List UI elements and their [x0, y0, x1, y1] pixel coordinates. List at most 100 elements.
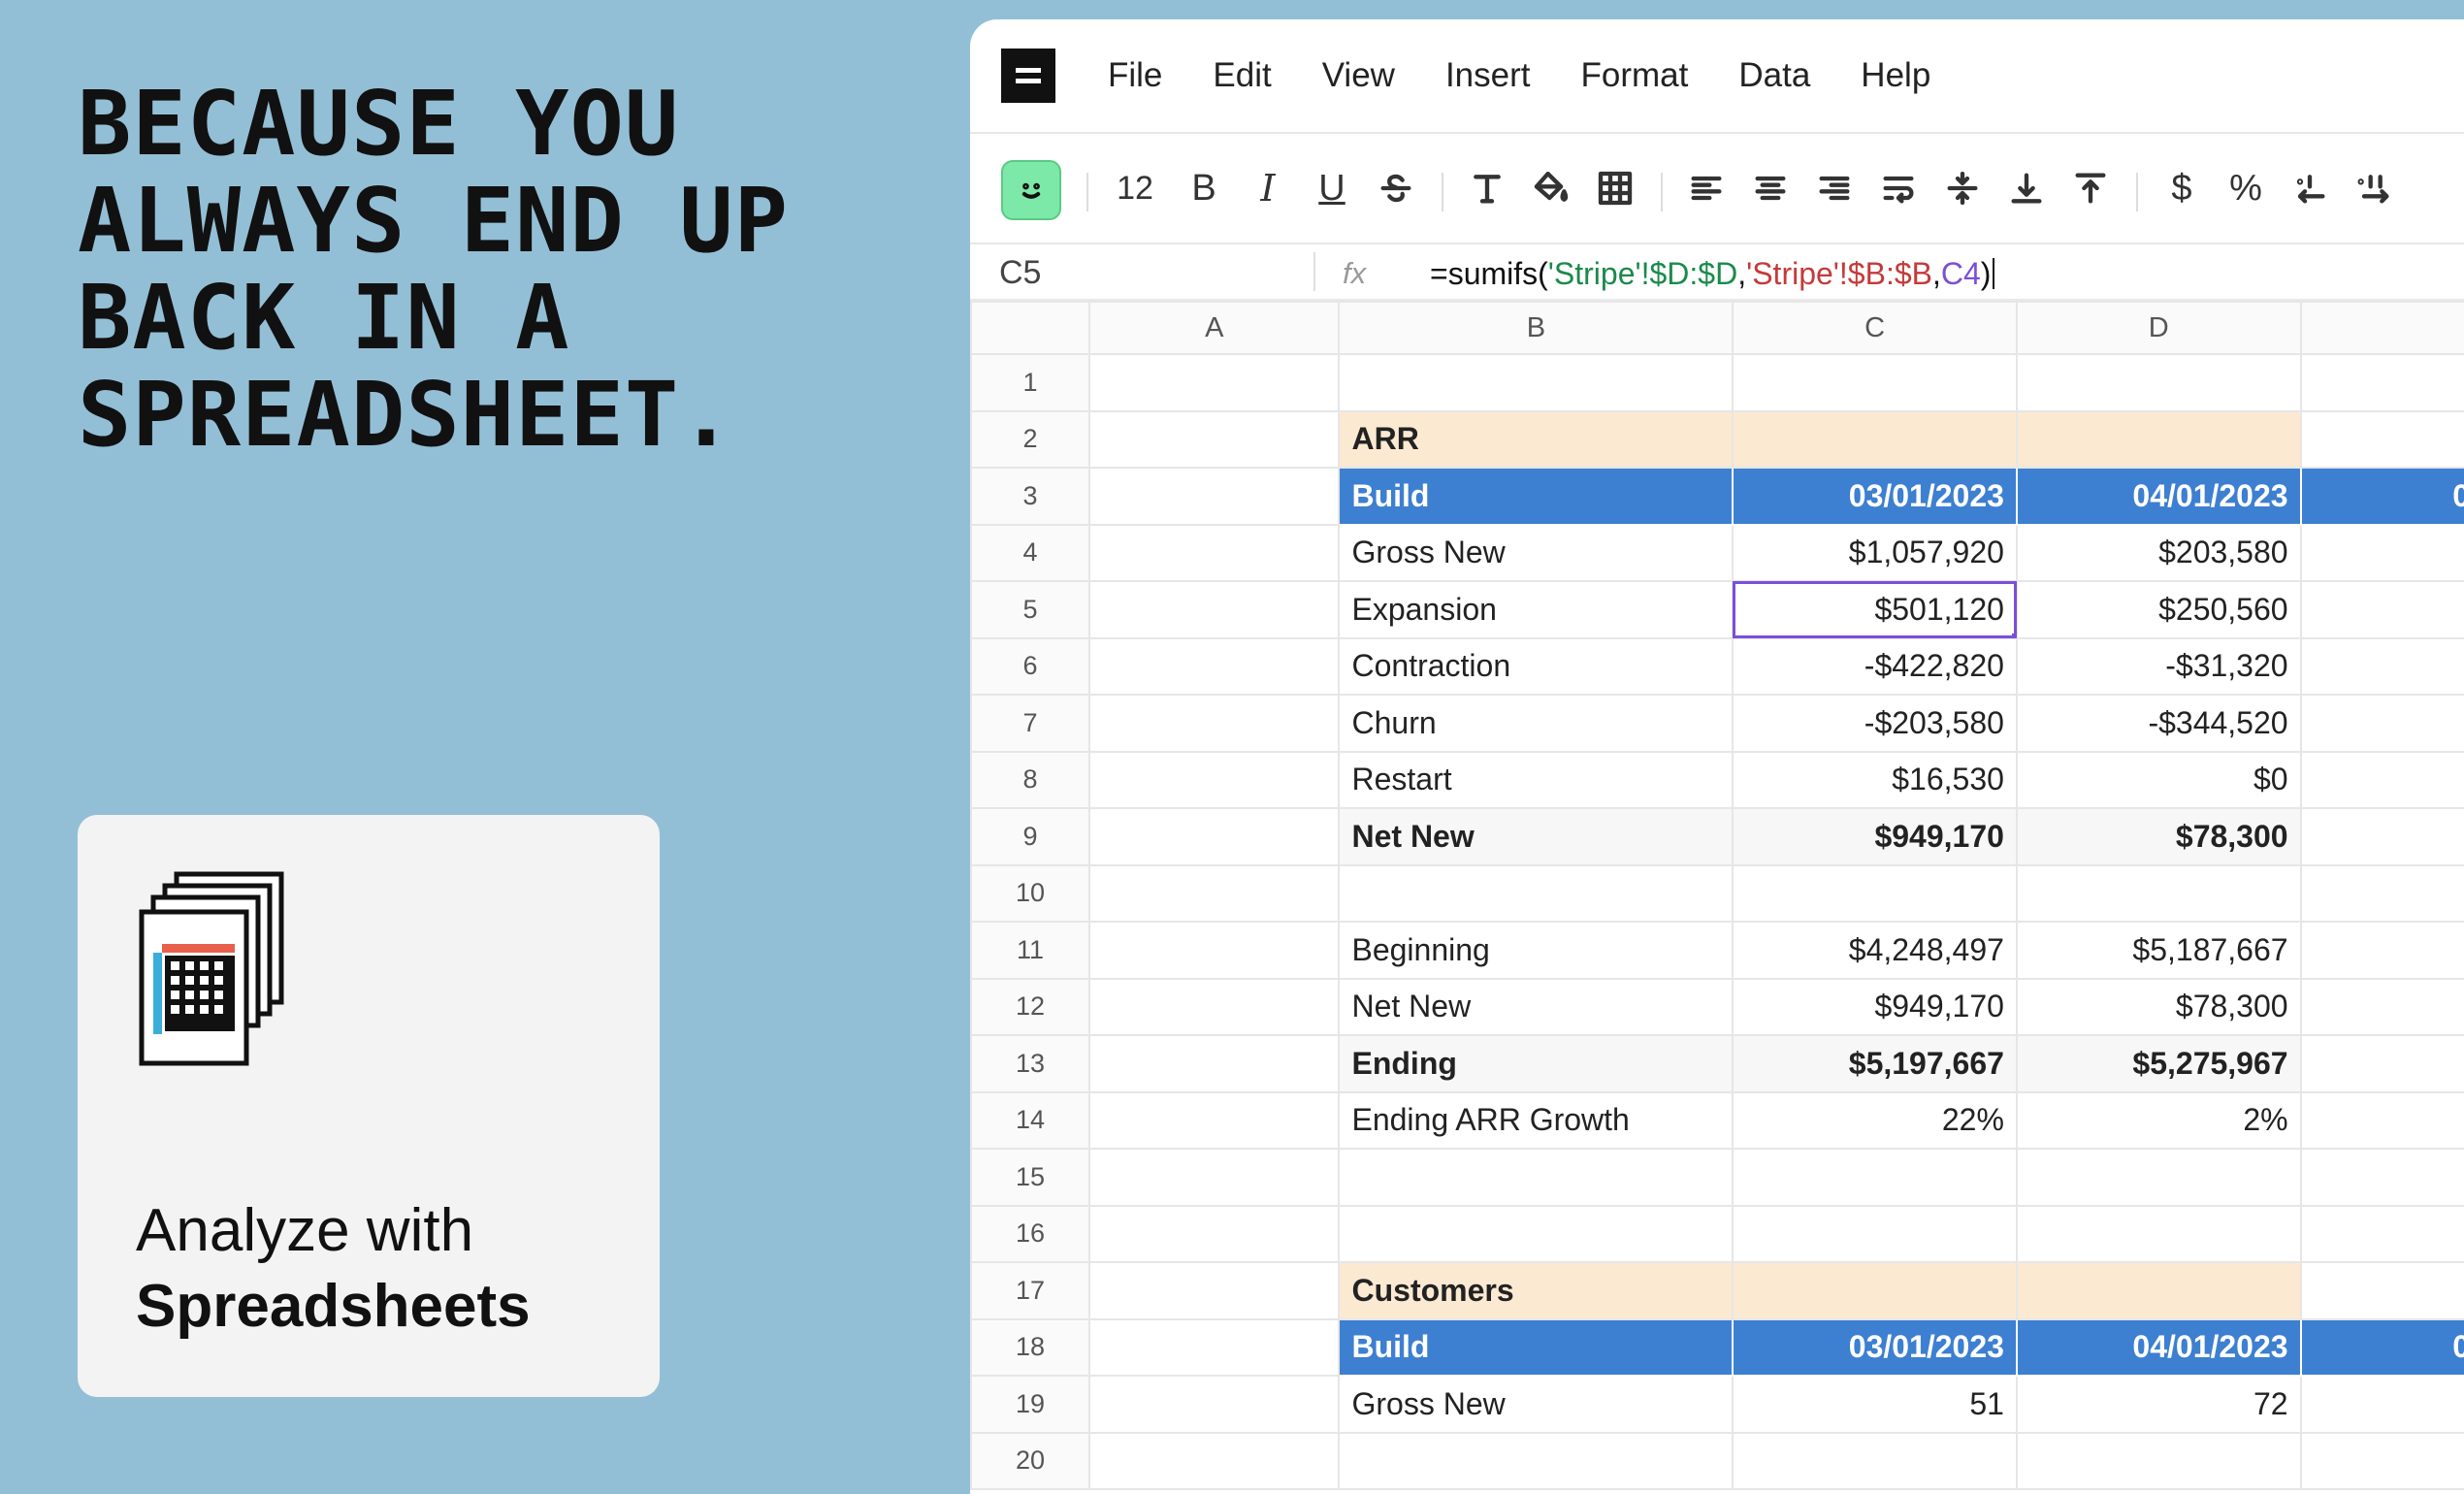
cell-b[interactable]: Churn [1338, 694, 1735, 753]
cell-e[interactable] [2299, 977, 2464, 1036]
cell-e[interactable] [2299, 1431, 2464, 1490]
cell-a[interactable] [1088, 1148, 1341, 1207]
column-header-d[interactable]: D [2015, 301, 2302, 355]
cell-d[interactable] [2015, 863, 2302, 923]
align-left-button[interactable] [1682, 161, 1731, 215]
cell-e[interactable]: 0 [2299, 1317, 2464, 1377]
cell-b[interactable] [1338, 1148, 1735, 1207]
column-header-a[interactable]: A [1088, 301, 1341, 355]
cell-d[interactable] [2015, 409, 2302, 469]
cell-a[interactable] [1088, 409, 1341, 469]
cell-a[interactable] [1088, 636, 1341, 696]
cell-d[interactable]: $78,300 [2015, 807, 2302, 866]
menu-help[interactable]: Help [1861, 56, 1930, 95]
row-number[interactable]: 20 [970, 1431, 1091, 1490]
row-number[interactable]: 15 [970, 1148, 1091, 1207]
cell-e[interactable] [2299, 1375, 2464, 1434]
cell-d[interactable]: -$344,520 [2015, 694, 2302, 753]
bold-button[interactable]: B [1180, 161, 1228, 215]
cell-c[interactable]: $16,530 [1732, 750, 2018, 809]
row-number[interactable]: 18 [970, 1317, 1091, 1377]
row-number[interactable]: 6 [970, 636, 1091, 696]
cell-d[interactable]: 2% [2015, 1090, 2302, 1150]
column-header-c[interactable]: C [1732, 301, 2018, 355]
cell-d[interactable]: -$31,320 [2015, 636, 2302, 696]
font-size-button[interactable]: 12 [1106, 161, 1164, 215]
cell-c[interactable] [1732, 353, 2018, 412]
row-number[interactable]: 16 [970, 1204, 1091, 1263]
cell-d[interactable]: 04/01/2023 [2015, 467, 2302, 526]
cell-b[interactable]: Customers [1338, 1261, 1735, 1320]
cell-c[interactable] [1732, 863, 2018, 923]
cell-b[interactable]: Net New [1338, 807, 1735, 866]
cell-a[interactable] [1088, 1261, 1341, 1320]
cell-a[interactable] [1088, 921, 1341, 980]
cell-d[interactable] [2015, 1431, 2302, 1490]
borders-button[interactable] [1591, 161, 1639, 215]
cell-d[interactable]: $250,560 [2015, 580, 2302, 639]
italic-button[interactable]: I [1244, 161, 1292, 215]
cell-c[interactable]: 51 [1732, 1375, 2018, 1434]
align-bottom-button[interactable] [2002, 161, 2051, 215]
cell-a[interactable] [1088, 1375, 1341, 1434]
row-number[interactable]: 4 [970, 523, 1091, 582]
currency-format-button[interactable]: $ [2157, 161, 2206, 215]
cell-c[interactable] [1732, 1204, 2018, 1263]
cell-e[interactable] [2299, 1034, 2464, 1093]
cell-d[interactable]: $0 [2015, 750, 2302, 809]
row-number[interactable]: 7 [970, 694, 1091, 753]
cell-e[interactable] [2299, 1261, 2464, 1320]
cell-d[interactable]: 04/01/2023 [2015, 1317, 2302, 1377]
cell-c[interactable]: $1,057,920 [1732, 523, 2018, 582]
align-center-button[interactable] [1746, 161, 1795, 215]
wrap-text-button[interactable] [1874, 161, 1923, 215]
cell-c[interactable]: 22% [1732, 1090, 2018, 1150]
align-top-button[interactable] [2066, 161, 2115, 215]
cell-c[interactable]: -$203,580 [1732, 694, 2018, 753]
cell-b[interactable] [1338, 353, 1735, 412]
cell-a[interactable] [1088, 1431, 1341, 1490]
cell-d[interactable]: $78,300 [2015, 977, 2302, 1036]
cell-c[interactable] [1732, 1431, 2018, 1490]
cell-b[interactable]: Restart [1338, 750, 1735, 809]
cell-b[interactable]: Expansion [1338, 580, 1735, 639]
cell-d[interactable]: $5,187,667 [2015, 921, 2302, 980]
cell-a[interactable] [1088, 1090, 1341, 1150]
cell-b[interactable]: ARR [1338, 409, 1735, 469]
cell-a[interactable] [1088, 750, 1341, 809]
fill-color-button[interactable] [1527, 161, 1575, 215]
row-number[interactable]: 8 [970, 750, 1091, 809]
cell-e[interactable] [2299, 1148, 2464, 1207]
cell-c[interactable]: $949,170 [1732, 807, 2018, 866]
cell-c[interactable] [1732, 1148, 2018, 1207]
row-number[interactable]: 13 [970, 1034, 1091, 1093]
cell-c[interactable] [1732, 1261, 2018, 1320]
cell-e[interactable] [2299, 409, 2464, 469]
cell-d[interactable] [2015, 353, 2302, 412]
cell-b[interactable]: Ending [1338, 1034, 1735, 1093]
cell-reference[interactable]: C5 [999, 254, 1041, 292]
cell-d[interactable] [2015, 1204, 2302, 1263]
cell-e[interactable] [2299, 807, 2464, 866]
cell-e[interactable] [2299, 921, 2464, 980]
cell-c[interactable]: $4,248,497 [1732, 921, 2018, 980]
cell-d[interactable] [2015, 1148, 2302, 1207]
menu-view[interactable]: View [1322, 56, 1395, 95]
column-header-e[interactable] [2299, 301, 2464, 355]
cell-a[interactable] [1088, 467, 1341, 526]
cell-d[interactable]: $203,580 [2015, 523, 2302, 582]
cell-e[interactable] [2299, 636, 2464, 696]
cell-c[interactable]: $949,170 [1732, 977, 2018, 1036]
text-format-button[interactable] [1463, 161, 1511, 215]
percent-format-button[interactable]: % [2221, 161, 2270, 215]
cell-b[interactable] [1338, 1204, 1735, 1263]
cell-a[interactable] [1088, 863, 1341, 923]
cell-b[interactable] [1338, 1431, 1735, 1490]
cell-e[interactable] [2299, 694, 2464, 753]
menu-file[interactable]: File [1108, 56, 1162, 95]
menu-insert[interactable]: Insert [1445, 56, 1531, 95]
cell-b[interactable]: Beginning [1338, 921, 1735, 980]
cell-e[interactable] [2299, 1090, 2464, 1150]
underline-button[interactable]: U [1308, 161, 1356, 215]
row-number[interactable]: 17 [970, 1261, 1091, 1320]
